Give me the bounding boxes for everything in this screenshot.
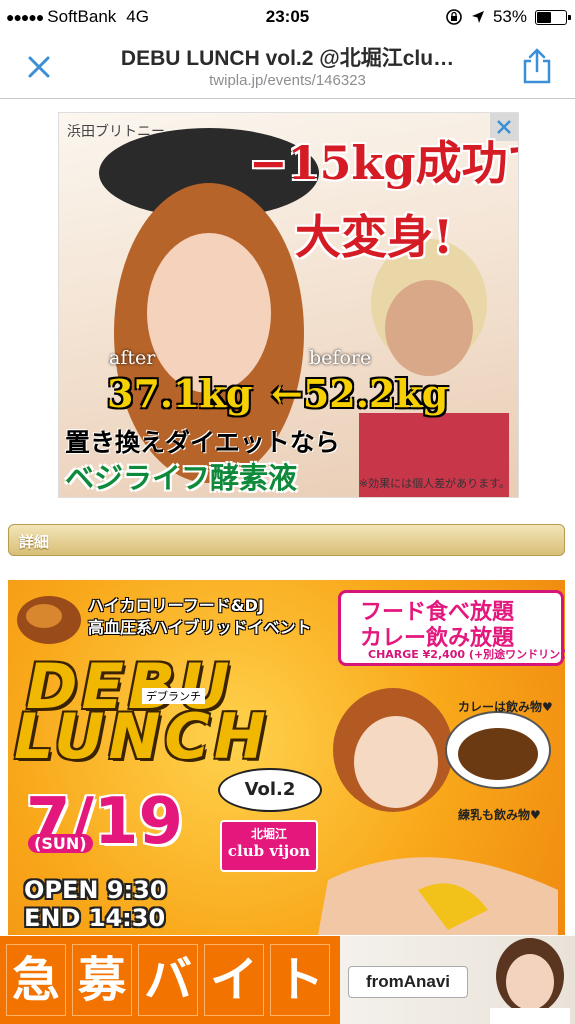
volume-badge: Vol.2 [218,768,322,812]
event-flyer-image[interactable]: ハイカロリーフード&DJ 高血圧系ハイブリッドイベント フード食べ放題 カレー飲… [8,580,565,935]
note-curry: カレーは飲み物♥ [458,700,553,714]
battery-icon [535,9,571,25]
event-day: (SUN) [28,834,93,853]
ad-disclaimer: ※効果には個人差があります。 [358,477,510,490]
ad-headline-2: 大変身! [295,210,454,264]
ad-headline: −15kg成功で [249,136,518,190]
banner-char: 募 [72,944,132,1016]
logo-lunch: LUNCH [14,700,270,773]
before-label: before [309,347,372,369]
status-bar: ●●●●● SoftBank 4G 23:05 53% [0,0,575,34]
venue-area: 北堀江 [250,827,287,841]
bottom-ad-banner[interactable]: 急 募 バ イ ト fromAnavi [0,936,575,1024]
banner-char: 急 [6,944,66,1016]
brand-logo: fromAnavi [348,966,468,998]
flyer-tagline-2: 高血圧系ハイブリッドイベント [88,618,312,637]
status-right: 53% [445,7,571,27]
flyer-tagline: ハイカロリーフード&DJ [88,596,264,615]
after-weight: 37.1kg [107,371,253,416]
page-title: DEBU LUNCH vol.2 @北堀江clu… [120,47,455,70]
before-weight: ←52.2kg [271,371,449,416]
ad-copy-line: 置き換えダイエットなら [65,428,340,457]
ad-banner[interactable]: 浜田ブリトニー −15kg成功で 大変身! after before 37.1k… [58,112,519,498]
close-icon[interactable] [22,50,56,84]
banner-char: バ [138,944,198,1016]
banner-photo: fromAnavi [340,936,575,1024]
banner-char: イ [204,944,264,1016]
location-icon [471,11,484,23]
ad-product-name: ベジライフ酵素液 [65,461,298,495]
section-label: 詳細 [19,533,50,551]
page-url[interactable]: twipla.jp/events/146323 [70,72,505,89]
details-section-header[interactable]: 詳細 [8,524,565,556]
charge-info: CHARGE ¥2,400 (+別途ワンドリンク) [368,648,565,661]
note-milk: 練乳も飲み物♥ [458,808,541,822]
open-time: OPEN 9:30 [24,876,167,904]
venue-name: club vijon [227,842,311,860]
ad-celebrity-name: 浜田ブリトニー [67,123,165,139]
venue-badge: 北堀江 club vijon [220,820,318,872]
after-label: after [109,347,156,369]
banner-char: ト [270,944,330,1016]
browser-nav-bar: DEBU LUNCH vol.2 @北堀江clu… twipla.jp/even… [0,34,575,99]
food-photo [17,596,81,644]
rotation-lock-icon [446,9,462,25]
end-time: END 14:30 [24,904,166,932]
share-icon[interactable] [519,47,555,85]
battery-percent: 53% [492,7,527,26]
